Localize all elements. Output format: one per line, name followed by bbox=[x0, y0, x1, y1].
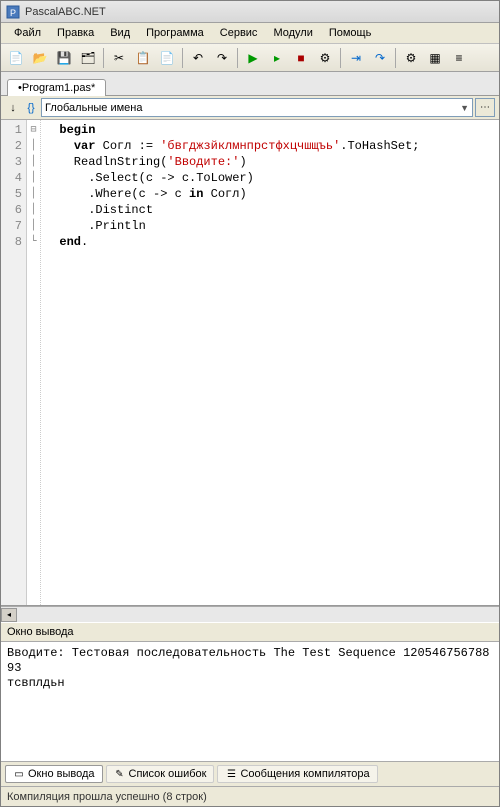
run-button[interactable]: ▶ bbox=[242, 47, 264, 69]
output-panel-header: Окно вывода bbox=[1, 622, 499, 642]
scope-nav-button[interactable]: ⋯ bbox=[475, 98, 495, 117]
menu-помощь[interactable]: Помощь bbox=[322, 25, 379, 41]
braces-icon: {} bbox=[23, 100, 39, 116]
fold-column: ⊟ │ │ │ │ │ │ └ bbox=[27, 120, 41, 605]
scope-bar: ↓ {} Глобальные имена ▼ ⋯ bbox=[1, 96, 499, 120]
tab-label: Окно вывода bbox=[28, 768, 95, 780]
code-button[interactable]: ≡ bbox=[448, 47, 470, 69]
toolbar-separator bbox=[395, 48, 396, 68]
menu-вид[interactable]: Вид bbox=[103, 25, 137, 41]
step-over-button[interactable]: ↷ bbox=[369, 47, 391, 69]
bottom-tab[interactable]: ☰Сообщения компилятора bbox=[217, 765, 377, 783]
svg-text:P: P bbox=[10, 8, 16, 18]
app-icon: P bbox=[5, 4, 21, 20]
output-panel[interactable]: Вводите: Тестовая последовательность The… bbox=[1, 642, 499, 762]
scope-icon: ↓ bbox=[5, 100, 21, 116]
menu-файл[interactable]: Файл bbox=[7, 25, 48, 41]
save-all-button[interactable]: 🗂 bbox=[77, 47, 99, 69]
undo-button[interactable]: ↶ bbox=[187, 47, 209, 69]
paste-button[interactable]: 📄 bbox=[156, 47, 178, 69]
tab-label: Сообщения компилятора bbox=[240, 768, 369, 780]
tab-icon: ▭ bbox=[13, 768, 25, 780]
tab-strip: •Program1.pas* bbox=[1, 72, 499, 96]
tab-icon: ✎ bbox=[114, 768, 126, 780]
tab-icon: ☰ bbox=[225, 768, 237, 780]
code-content[interactable]: begin var Согл := 'бвгджзйклмнпрстфхцчшщ… bbox=[41, 120, 499, 605]
copy-button[interactable]: 📋 bbox=[132, 47, 154, 69]
run-debug-button[interactable]: ▸ bbox=[266, 47, 288, 69]
file-tab[interactable]: •Program1.pas* bbox=[7, 79, 106, 96]
status-text: Компиляция прошла успешно (8 строк) bbox=[7, 791, 207, 803]
bottom-tab[interactable]: ▭Окно вывода bbox=[5, 765, 103, 783]
toolbar-separator bbox=[340, 48, 341, 68]
save-button[interactable]: 💾 bbox=[53, 47, 75, 69]
scroll-left-button[interactable]: ◂ bbox=[1, 608, 17, 622]
bottom-tab-strip: ▭Окно вывода✎Список ошибок☰Сообщения ком… bbox=[1, 762, 499, 787]
code-editor[interactable]: 1 2 3 4 5 6 7 8 ⊟ │ │ │ │ │ │ └ begin va… bbox=[1, 120, 499, 606]
step-into-button[interactable]: ⇥ bbox=[345, 47, 367, 69]
app-title: PascalABC.NET bbox=[25, 6, 106, 18]
stop-button[interactable]: ■ bbox=[290, 47, 312, 69]
cut-button[interactable]: ✂ bbox=[108, 47, 130, 69]
open-file-button[interactable]: 📂 bbox=[29, 47, 51, 69]
toolbar-separator bbox=[103, 48, 104, 68]
scope-dropdown[interactable]: Глобальные имена ▼ bbox=[41, 98, 473, 117]
form-button[interactable]: ▦ bbox=[424, 47, 446, 69]
status-bar: Компиляция прошла успешно (8 строк) bbox=[1, 787, 499, 806]
compile-button[interactable]: ⚙ bbox=[314, 47, 336, 69]
menu-программа[interactable]: Программа bbox=[139, 25, 211, 41]
chevron-down-icon: ▼ bbox=[460, 103, 469, 113]
tab-label: Список ошибок bbox=[129, 768, 207, 780]
new-file-button[interactable]: 📄 bbox=[5, 47, 27, 69]
line-number-gutter: 1 2 3 4 5 6 7 8 bbox=[1, 120, 27, 605]
menu-модули[interactable]: Модули bbox=[266, 25, 319, 41]
options-button[interactable]: ⚙ bbox=[400, 47, 422, 69]
menu-правка[interactable]: Правка bbox=[50, 25, 101, 41]
redo-button[interactable]: ↷ bbox=[211, 47, 233, 69]
menu-сервис[interactable]: Сервис bbox=[213, 25, 265, 41]
horizontal-scrollbar[interactable]: ◂ bbox=[1, 606, 499, 622]
bottom-tab[interactable]: ✎Список ошибок bbox=[106, 765, 215, 783]
title-bar: P PascalABC.NET bbox=[1, 1, 499, 23]
toolbar-separator bbox=[237, 48, 238, 68]
toolbar: 📄 📂 💾 🗂 ✂ 📋 📄 ↶ ↷ ▶ ▸ ■ ⚙ ⇥ ↷ ⚙ ▦ ≡ bbox=[1, 44, 499, 72]
scope-label: Глобальные имена bbox=[45, 102, 143, 114]
toolbar-separator bbox=[182, 48, 183, 68]
menu-bar: ФайлПравкаВидПрограммаСервисМодулиПомощь bbox=[1, 23, 499, 44]
